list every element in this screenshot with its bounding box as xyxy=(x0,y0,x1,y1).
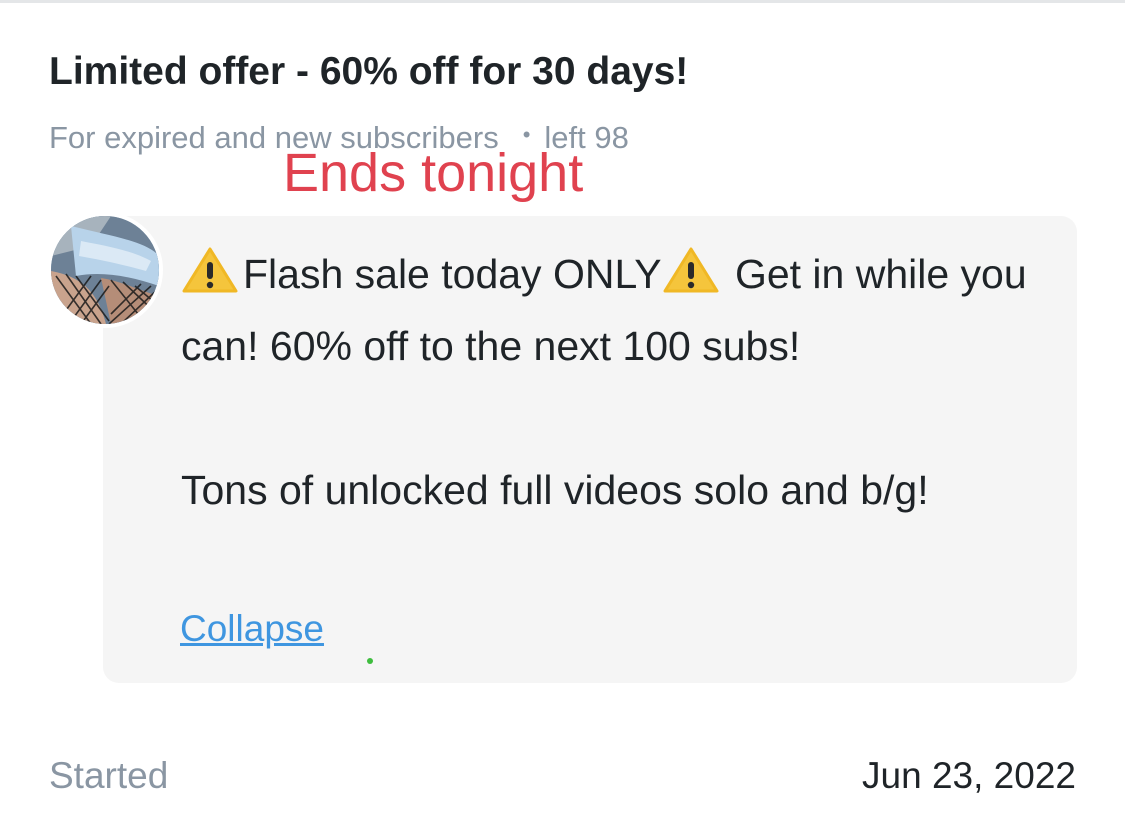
message-paragraph-2: Tons of unlocked full videos solo and b/… xyxy=(181,467,929,513)
online-status-dot xyxy=(367,658,373,664)
started-date: Jun 23, 2022 xyxy=(862,755,1076,796)
collapse-link[interactable]: Collapse xyxy=(180,608,324,650)
top-divider xyxy=(0,0,1125,3)
avatar-photo-icon xyxy=(51,216,159,324)
message-body: Flash sale today ONLY Get in while you c… xyxy=(181,238,1061,526)
ends-tonight-annotation: Ends tonight xyxy=(283,143,584,203)
started-label: Started xyxy=(49,755,169,796)
offer-title: Limited offer - 60% off for 30 days! xyxy=(49,50,689,93)
message-paragraph-1: Flash sale today ONLY Get in while you c… xyxy=(181,238,1061,382)
warning-emoji-icon xyxy=(181,244,239,293)
warning-emoji-icon xyxy=(662,244,720,293)
avatar[interactable] xyxy=(47,212,163,328)
message-line-a: Flash sale today ONLY xyxy=(243,251,662,297)
